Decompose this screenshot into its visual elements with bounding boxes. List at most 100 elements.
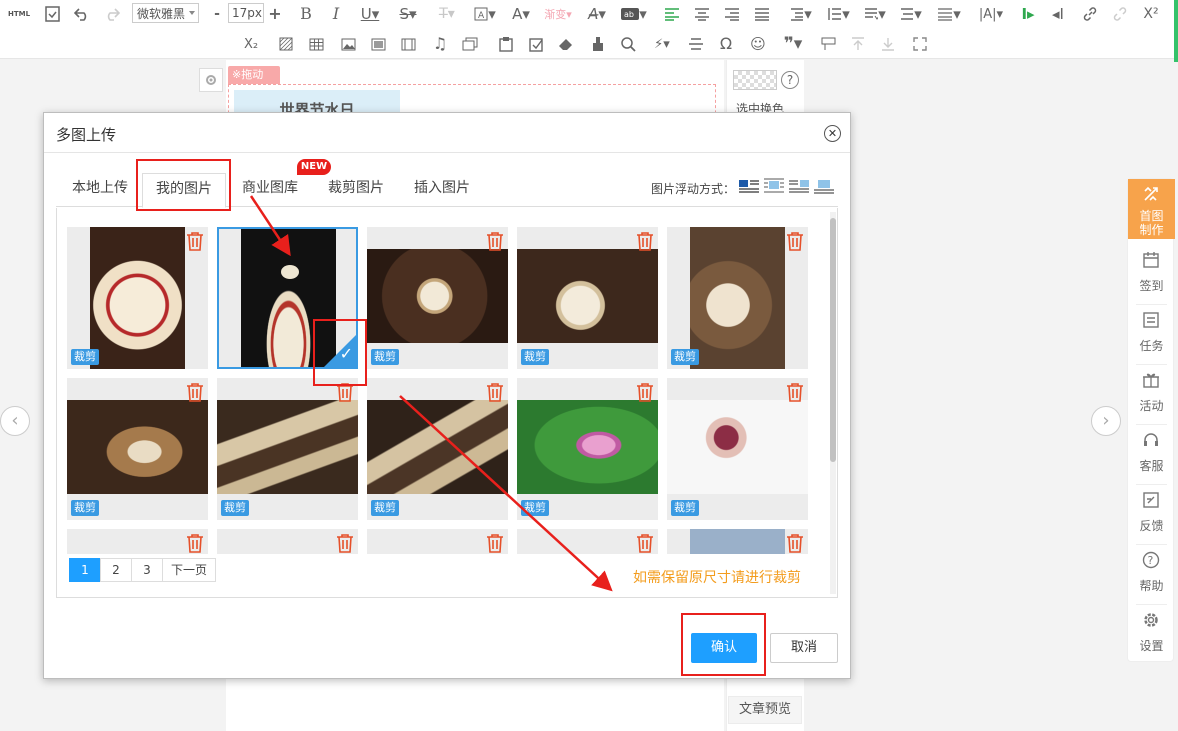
tab-my-images[interactable]: 我的图片 bbox=[142, 173, 226, 208]
trash-icon[interactable] bbox=[786, 231, 804, 251]
sidebar-item-checkin[interactable]: 签到 bbox=[1128, 241, 1175, 301]
move-top-icon[interactable] bbox=[848, 34, 868, 54]
scrollbar-thumb[interactable] bbox=[830, 218, 836, 462]
magic-icon[interactable]: ⚡▾ bbox=[648, 34, 676, 54]
float-none-icon[interactable] bbox=[764, 178, 784, 194]
omega-icon[interactable]: Ω bbox=[716, 34, 736, 54]
image-thumb[interactable]: 裁剪 bbox=[367, 378, 508, 520]
crop-badge[interactable]: 裁剪 bbox=[371, 500, 399, 516]
highlight-icon[interactable]: A̶▾ bbox=[584, 4, 610, 24]
image-thumb-selected[interactable]: ✓ bbox=[217, 227, 358, 369]
insert-cursor-icon[interactable]: I▸ bbox=[1018, 4, 1038, 24]
font-color-icon[interactable]: A▾ bbox=[508, 4, 534, 24]
article-preview-button[interactable]: 文章预览 bbox=[728, 696, 802, 724]
page-1-button[interactable]: 1 bbox=[69, 558, 101, 582]
text-direction-icon[interactable]: |A|▾ bbox=[974, 4, 1008, 24]
align-left-icon[interactable] bbox=[662, 4, 682, 24]
crop-badge[interactable]: 裁剪 bbox=[71, 349, 99, 365]
sidebar-item-activity[interactable]: 活动 bbox=[1128, 361, 1175, 421]
checkbox-icon[interactable] bbox=[526, 34, 546, 54]
trash-icon[interactable] bbox=[486, 231, 504, 251]
image-icon[interactable] bbox=[338, 34, 358, 54]
bold-icon[interactable]: B bbox=[296, 4, 316, 24]
drag-tag[interactable]: ※拖动 bbox=[228, 66, 280, 84]
link-icon[interactable] bbox=[1080, 4, 1100, 24]
save-icon[interactable] bbox=[42, 4, 62, 24]
sidebar-item-help[interactable]: ? 帮助 bbox=[1128, 541, 1175, 601]
crop-badge[interactable]: 裁剪 bbox=[71, 500, 99, 516]
list-icon[interactable]: ▾ bbox=[898, 4, 924, 24]
crop-badge[interactable]: 裁剪 bbox=[521, 500, 549, 516]
quote-icon[interactable]: ❞▾ bbox=[778, 34, 808, 54]
trash-icon[interactable] bbox=[186, 382, 204, 402]
image-thumb[interactable]: 裁剪 bbox=[667, 227, 808, 369]
image-thumb[interactable]: 裁剪 bbox=[67, 227, 208, 369]
trash-icon[interactable] bbox=[786, 533, 804, 553]
clear-cursor-icon[interactable]: ◂I bbox=[1048, 4, 1068, 24]
sidebar-item-feedback[interactable]: 反馈 bbox=[1128, 481, 1175, 541]
image-thumb[interactable] bbox=[67, 529, 208, 554]
decrease-size-icon[interactable]: - bbox=[208, 4, 226, 24]
float-right-icon[interactable] bbox=[789, 178, 809, 194]
superscript-icon[interactable]: X² bbox=[1140, 4, 1162, 24]
html-icon[interactable]: HTML bbox=[8, 4, 30, 24]
trash-icon[interactable] bbox=[786, 382, 804, 402]
image-thumb[interactable] bbox=[517, 529, 658, 554]
image-thumb[interactable] bbox=[667, 529, 808, 554]
tab-local-upload[interactable]: 本地上传 bbox=[56, 173, 144, 207]
crop-badge[interactable]: 裁剪 bbox=[371, 349, 399, 365]
clipboard-icon[interactable] bbox=[496, 34, 516, 54]
image-thumb[interactable]: 裁剪 bbox=[67, 378, 208, 520]
trash-icon[interactable] bbox=[186, 231, 204, 251]
brush-icon[interactable] bbox=[588, 34, 608, 54]
fullscreen-icon[interactable] bbox=[910, 34, 930, 54]
trash-icon[interactable] bbox=[636, 231, 654, 251]
list-numbered-icon[interactable]: ▾ bbox=[934, 4, 964, 24]
page-3-button[interactable]: 3 bbox=[131, 558, 163, 582]
underline-icon[interactable]: U▾ bbox=[356, 4, 384, 24]
background-color-icon[interactable]: ab ▾ bbox=[620, 6, 648, 22]
image-thumb[interactable]: 裁剪 bbox=[517, 378, 658, 520]
trash-icon[interactable] bbox=[486, 382, 504, 402]
eraser-icon[interactable] bbox=[556, 34, 576, 54]
trash-icon[interactable] bbox=[186, 533, 204, 553]
move-bottom-icon[interactable] bbox=[878, 34, 898, 54]
redo-icon[interactable] bbox=[102, 4, 122, 24]
sidebar-item-cover-make[interactable]: 首图 制作 bbox=[1128, 179, 1175, 239]
align-right-icon[interactable] bbox=[722, 4, 742, 24]
search-replace-icon[interactable] bbox=[618, 34, 638, 54]
clear-format-icon[interactable]: T̶▾ bbox=[434, 4, 460, 24]
strikethrough-icon[interactable]: S▾ bbox=[394, 4, 422, 24]
italic-icon[interactable]: I bbox=[326, 4, 346, 24]
increase-size-icon[interactable]: + bbox=[266, 4, 284, 24]
font-size-input[interactable]: 17px bbox=[228, 3, 264, 23]
crop-badge[interactable]: 裁剪 bbox=[221, 500, 249, 516]
tab-insert-image[interactable]: 插入图片 bbox=[400, 173, 484, 207]
multi-image-icon[interactable] bbox=[460, 34, 480, 54]
sidebar-item-tasks[interactable]: 任务 bbox=[1128, 301, 1175, 361]
crop-badge[interactable]: 裁剪 bbox=[521, 349, 549, 365]
line-height-icon[interactable]: ▾ bbox=[826, 4, 852, 24]
font-family-select[interactable]: 微软雅黑 bbox=[132, 3, 199, 23]
trash-icon[interactable] bbox=[336, 533, 354, 553]
sidebar-item-settings[interactable]: 设置 bbox=[1128, 601, 1175, 661]
confirm-button[interactable]: 确认 bbox=[691, 633, 757, 663]
crop-badge[interactable]: 裁剪 bbox=[671, 349, 699, 365]
image-thumb[interactable] bbox=[217, 529, 358, 554]
next-page-button[interactable]: 下一页 bbox=[162, 558, 217, 582]
image-thumb[interactable]: 裁剪 bbox=[217, 378, 358, 520]
align-center-icon[interactable] bbox=[692, 4, 712, 24]
texture-icon[interactable] bbox=[276, 34, 296, 54]
table-icon[interactable] bbox=[306, 34, 326, 54]
page-2-button[interactable]: 2 bbox=[100, 558, 132, 582]
image-gallery-icon[interactable] bbox=[368, 34, 388, 54]
float-center-icon[interactable] bbox=[814, 178, 834, 194]
trash-icon[interactable] bbox=[486, 533, 504, 553]
help-icon[interactable]: ? bbox=[781, 71, 799, 89]
undo-icon[interactable] bbox=[72, 4, 92, 24]
image-thumb[interactable]: 裁剪 bbox=[517, 227, 658, 369]
close-icon[interactable]: ✕ bbox=[824, 125, 841, 142]
divider-icon[interactable] bbox=[686, 34, 706, 54]
cancel-button[interactable]: 取消 bbox=[770, 633, 838, 663]
tab-crop-image[interactable]: 裁剪图片 bbox=[314, 173, 398, 207]
